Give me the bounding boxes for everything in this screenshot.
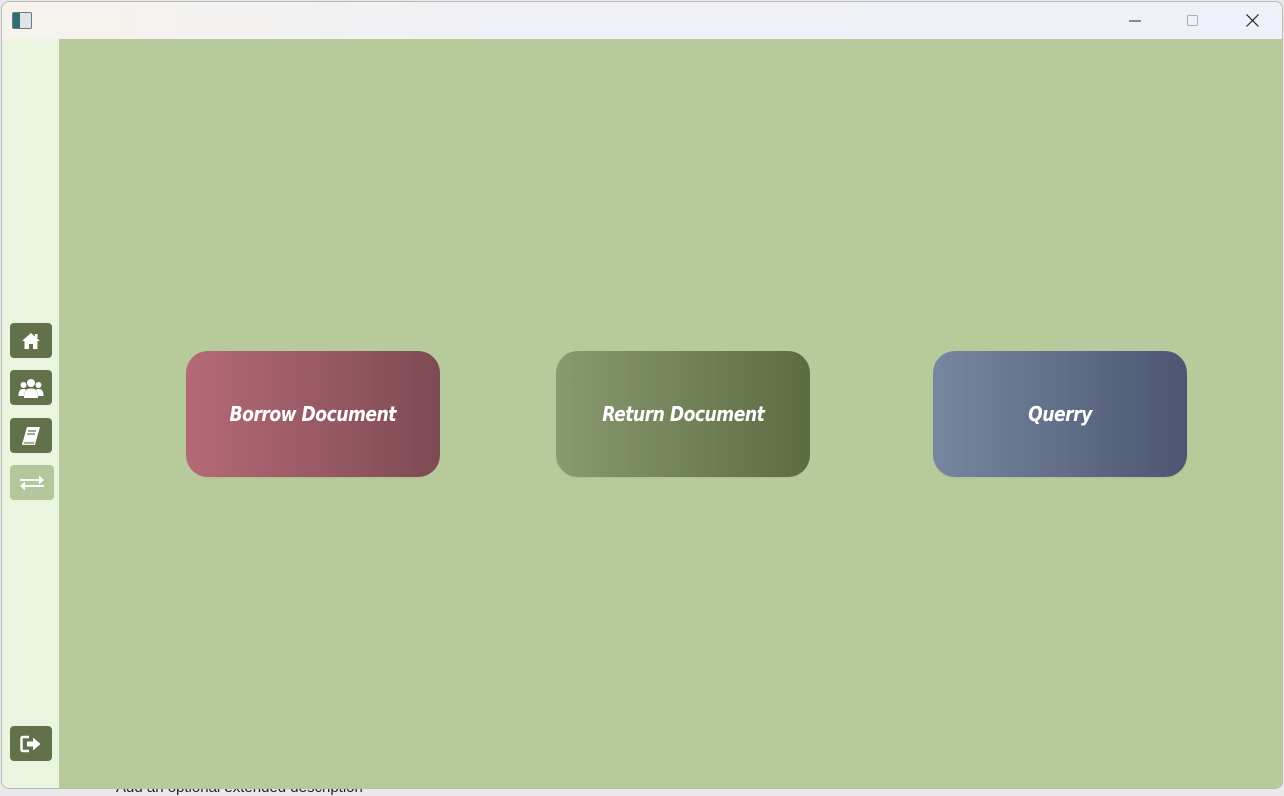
title-bar[interactable] (2, 2, 1282, 39)
book-icon (22, 426, 40, 445)
minimize-button[interactable] (1106, 2, 1164, 39)
app-icon (12, 12, 32, 29)
users-icon (18, 378, 44, 398)
borrow-document-label: Borrow Document (229, 402, 397, 426)
sidebar-item-documents[interactable] (10, 418, 52, 453)
sidebar-item-home[interactable] (10, 323, 52, 358)
return-document-label: Return Document (601, 402, 765, 426)
query-label: Querry (1028, 402, 1092, 426)
sidebar-item-transactions[interactable] (10, 465, 54, 500)
sidebar (2, 39, 59, 788)
minimize-icon (1129, 20, 1141, 21)
logout-button[interactable] (10, 726, 52, 761)
borrow-document-button[interactable]: Borrow Document (186, 351, 440, 477)
close-icon (1245, 14, 1259, 27)
exchange-icon (20, 475, 44, 490)
logout-icon (20, 735, 41, 752)
maximize-button[interactable] (1164, 2, 1222, 39)
app-window: Borrow Document Return Document Querry (1, 1, 1283, 789)
home-icon (22, 332, 40, 349)
return-document-button[interactable]: Return Document (556, 351, 810, 477)
maximize-icon (1187, 14, 1198, 26)
query-button[interactable]: Querry (933, 351, 1187, 477)
sidebar-item-users[interactable] (10, 370, 52, 405)
close-button[interactable] (1223, 2, 1281, 39)
main-content: Borrow Document Return Document Querry (59, 39, 1282, 788)
